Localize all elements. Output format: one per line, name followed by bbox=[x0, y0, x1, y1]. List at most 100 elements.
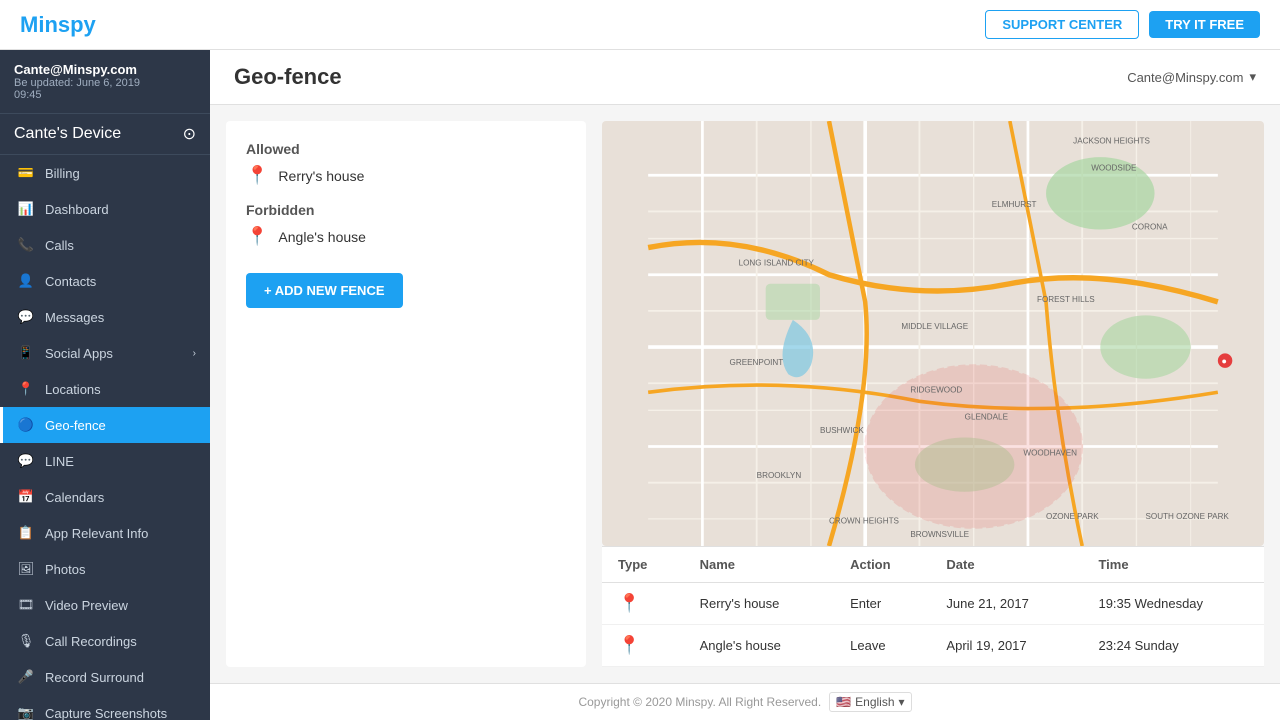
lang-chevron-icon: ▾ bbox=[899, 695, 905, 709]
svg-text:GLENDALE: GLENDALE bbox=[965, 412, 1009, 421]
locations-icon: 📍 bbox=[17, 380, 35, 398]
svg-text:BROWNSVILLE: BROWNSVILLE bbox=[910, 530, 969, 539]
type-pin-icon: 📍 bbox=[618, 635, 640, 655]
sidebar-label-line: LINE bbox=[45, 454, 74, 469]
cell-action-0: Enter bbox=[834, 583, 930, 625]
sidebar-item-messages[interactable]: 💬 Messages bbox=[0, 299, 210, 335]
language-label: English bbox=[855, 695, 894, 709]
add-fence-button[interactable]: + ADD NEW FENCE bbox=[246, 273, 403, 308]
table-row: 📍 Angle's house Leave April 19, 2017 23:… bbox=[602, 625, 1264, 667]
sidebar-item-dashboard[interactable]: 📊 Dashboard bbox=[0, 191, 210, 227]
app-relevant-icon: 📋 bbox=[17, 524, 35, 542]
sidebar-device[interactable]: Cante's Device ⊙ bbox=[0, 114, 210, 155]
sidebar-item-line[interactable]: 💬 LINE bbox=[0, 443, 210, 479]
sidebar-label-dashboard: Dashboard bbox=[45, 202, 109, 217]
svg-text:CROWN HEIGHTS: CROWN HEIGHTS bbox=[829, 516, 900, 525]
header-right: SUPPORT CENTER TRY IT FREE bbox=[985, 10, 1260, 39]
header: Minspy SUPPORT CENTER TRY IT FREE bbox=[0, 0, 1280, 50]
svg-text:RIDGEWOOD: RIDGEWOOD bbox=[910, 385, 962, 394]
sidebar-item-geo-fence[interactable]: 🔵 Geo-fence bbox=[0, 407, 210, 443]
sidebar-label-billing: Billing bbox=[45, 166, 80, 181]
sidebar-item-record-surround[interactable]: 🎤 Record Surround bbox=[0, 659, 210, 695]
sidebar-device-name: Cante's Device bbox=[14, 125, 121, 143]
svg-text:LONG ISLAND CITY: LONG ISLAND CITY bbox=[739, 259, 815, 268]
right-col: JACKSON HEIGHTS WOODSIDE CORONA ELMHURST… bbox=[602, 121, 1264, 667]
cell-time-0: 19:35 Wednesday bbox=[1082, 583, 1264, 625]
cell-name-0: Rerry's house bbox=[684, 583, 835, 625]
sidebar-item-contacts[interactable]: 👤 Contacts bbox=[0, 263, 210, 299]
content-area: Geo-fence Cante@Minspy.com ▾ Allowed 📍 R… bbox=[210, 50, 1280, 720]
sidebar-item-calls[interactable]: 📞 Calls bbox=[0, 227, 210, 263]
main-layout: Cante@Minspy.com Be updated: June 6, 201… bbox=[0, 50, 1280, 720]
forbidden-label: Forbidden bbox=[246, 202, 566, 218]
geo-table-section: Type Name Action Date Time 📍 Rerry's hou… bbox=[602, 546, 1264, 667]
sidebar-item-calendars[interactable]: 📅 Calendars bbox=[0, 479, 210, 515]
sidebar-user-info: Cante@Minspy.com Be updated: June 6, 201… bbox=[0, 50, 210, 114]
sidebar-item-social-apps[interactable]: 📱 Social Apps › bbox=[0, 335, 210, 371]
svg-text:GREENPOINT: GREENPOINT bbox=[730, 358, 784, 367]
allowed-item: 📍 Rerry's house bbox=[246, 165, 566, 186]
sidebar-label-social-apps: Social Apps bbox=[45, 346, 113, 361]
svg-text:●: ● bbox=[1221, 356, 1226, 366]
sidebar-item-photos[interactable]: 🖼 Photos bbox=[0, 551, 210, 587]
cell-action-1: Leave bbox=[834, 625, 930, 667]
call-recordings-icon: 🎙 bbox=[17, 632, 35, 650]
cell-type-1: 📍 bbox=[602, 625, 684, 667]
page-title: Geo-fence bbox=[234, 64, 342, 90]
sidebar-item-video-preview[interactable]: 🎞 Video Preview bbox=[0, 587, 210, 623]
logo: Minspy bbox=[20, 12, 96, 38]
support-center-button[interactable]: SUPPORT CENTER bbox=[985, 10, 1139, 39]
allowed-item-name: Rerry's house bbox=[278, 168, 364, 184]
try-it-free-button[interactable]: TRY IT FREE bbox=[1149, 11, 1260, 38]
sidebar-item-call-recordings[interactable]: 🎙 Call Recordings bbox=[0, 623, 210, 659]
svg-text:WOODSIDE: WOODSIDE bbox=[1091, 164, 1137, 173]
svg-text:OZONE PARK: OZONE PARK bbox=[1046, 512, 1099, 521]
calendars-icon: 📅 bbox=[17, 488, 35, 506]
calls-icon: 📞 bbox=[17, 236, 35, 254]
sidebar-item-app-relevant[interactable]: 📋 App Relevant Info bbox=[0, 515, 210, 551]
content-header: Geo-fence Cante@Minspy.com ▾ bbox=[210, 50, 1280, 105]
map-container[interactable]: JACKSON HEIGHTS WOODSIDE CORONA ELMHURST… bbox=[602, 121, 1264, 546]
language-selector[interactable]: 🇺🇸 English ▾ bbox=[829, 692, 911, 712]
geo-fence-icon: 🔵 bbox=[17, 416, 35, 434]
arrow-icon: › bbox=[193, 348, 196, 359]
sidebar-label-calls: Calls bbox=[45, 238, 74, 253]
svg-text:CORONA: CORONA bbox=[1132, 223, 1168, 232]
contacts-icon: 👤 bbox=[17, 272, 35, 290]
forbidden-section: Forbidden 📍 Angle's house bbox=[246, 202, 566, 247]
dashboard-icon: 📊 bbox=[17, 200, 35, 218]
sidebar-nav: 💳 Billing 📊 Dashboard 📞 Calls 👤 Contacts… bbox=[0, 155, 210, 720]
sidebar: Cante@Minspy.com Be updated: June 6, 201… bbox=[0, 50, 210, 720]
flag-icon: 🇺🇸 bbox=[836, 695, 851, 709]
map-svg: JACKSON HEIGHTS WOODSIDE CORONA ELMHURST… bbox=[602, 121, 1264, 546]
video-preview-icon: 🎞 bbox=[17, 596, 35, 614]
svg-text:JACKSON HEIGHTS: JACKSON HEIGHTS bbox=[1073, 137, 1150, 146]
cell-type-0: 📍 bbox=[602, 583, 684, 625]
cell-date-0: June 21, 2017 bbox=[930, 583, 1082, 625]
sidebar-label-record-surround: Record Surround bbox=[45, 670, 144, 685]
cell-time-1: 23:24 Sunday bbox=[1082, 625, 1264, 667]
svg-text:FOREST HILLS: FOREST HILLS bbox=[1037, 295, 1095, 304]
sidebar-label-photos: Photos bbox=[45, 562, 85, 577]
table-row: 📍 Rerry's house Enter June 21, 2017 19:3… bbox=[602, 583, 1264, 625]
forbidden-item: 📍 Angle's house bbox=[246, 226, 566, 247]
user-dropdown[interactable]: Cante@Minspy.com ▾ bbox=[1127, 69, 1256, 85]
chevron-down-icon: ▾ bbox=[1249, 69, 1256, 85]
footer: Copyright © 2020 Minspy. All Right Reser… bbox=[210, 683, 1280, 720]
svg-text:WOODHAVEN: WOODHAVEN bbox=[1023, 449, 1077, 458]
sidebar-label-locations: Locations bbox=[45, 382, 101, 397]
sidebar-item-billing[interactable]: 💳 Billing bbox=[0, 155, 210, 191]
col-type: Type bbox=[602, 547, 684, 583]
svg-text:SOUTH OZONE PARK: SOUTH OZONE PARK bbox=[1146, 512, 1230, 521]
geo-table: Type Name Action Date Time 📍 Rerry's hou… bbox=[602, 547, 1264, 667]
capture-screenshots-icon: 📷 bbox=[17, 704, 35, 720]
user-dropdown-email: Cante@Minspy.com bbox=[1127, 70, 1243, 85]
forbidden-item-name: Angle's house bbox=[278, 229, 366, 245]
footer-copyright: Copyright © 2020 Minspy. All Right Reser… bbox=[578, 695, 821, 709]
sidebar-item-capture-screenshots[interactable]: 📷 Capture Screenshots bbox=[0, 695, 210, 720]
sidebar-item-locations[interactable]: 📍 Locations bbox=[0, 371, 210, 407]
sidebar-label-capture-screenshots: Capture Screenshots bbox=[45, 706, 167, 720]
sidebar-email: Cante@Minspy.com bbox=[14, 62, 196, 77]
cell-name-1: Angle's house bbox=[684, 625, 835, 667]
sidebar-label-geo-fence: Geo-fence bbox=[45, 418, 106, 433]
